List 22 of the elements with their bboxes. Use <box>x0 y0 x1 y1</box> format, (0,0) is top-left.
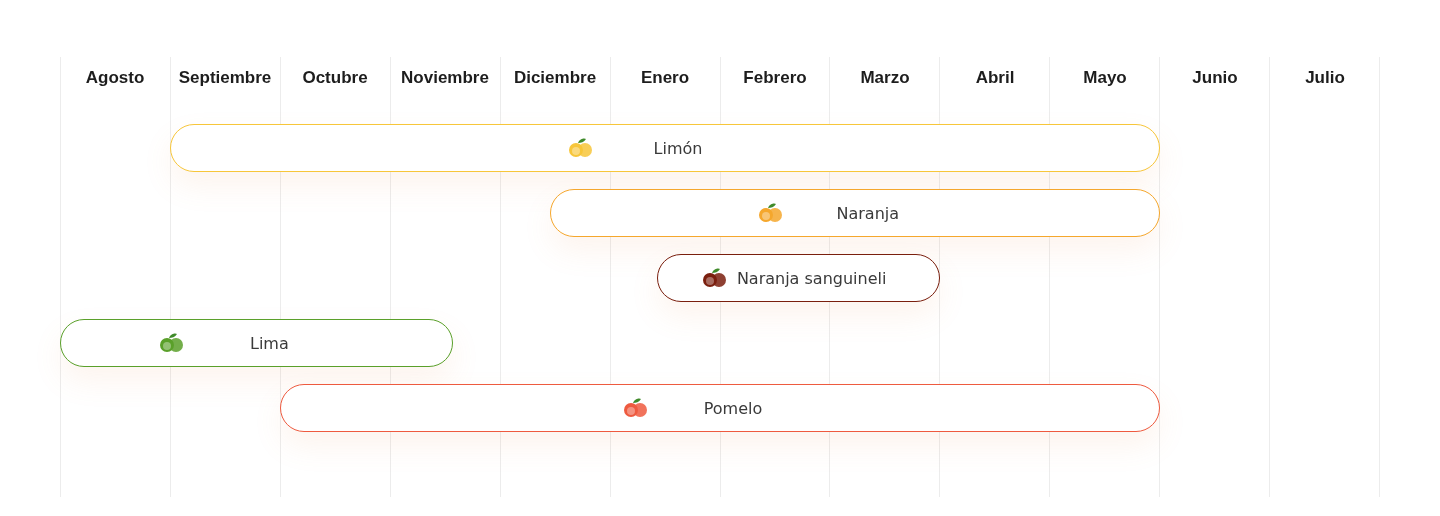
month-header: Junio <box>1192 68 1238 87</box>
month-header: Diciembre <box>513 68 597 87</box>
fruit-name: Limón <box>652 138 704 158</box>
fruit-name: Naranja sanguineli <box>735 268 888 288</box>
month-header: Septiembre <box>178 68 272 87</box>
month-header: Enero <box>640 68 690 87</box>
month-header: Noviembre <box>401 68 489 87</box>
citrus-fruit-icon <box>700 267 727 289</box>
month-header: Julio <box>1305 68 1345 87</box>
month-header: Febrero <box>743 68 807 87</box>
citrus-fruit-icon <box>567 137 593 159</box>
month-header: Octubre <box>302 68 368 87</box>
fruit-name: Naranja <box>835 203 900 223</box>
citrus-fruit-icon <box>158 332 185 354</box>
citrus-fruit-icon <box>622 397 648 419</box>
month-header: Marzo <box>860 68 910 87</box>
fruit-name: Pomelo <box>702 398 764 418</box>
citrus-fruit-icon <box>756 202 783 224</box>
fruit-name: Lima <box>248 333 290 353</box>
month-header: Agosto <box>85 68 145 87</box>
month-header: Abril <box>975 68 1015 87</box>
month-header: Mayo <box>1083 68 1127 87</box>
